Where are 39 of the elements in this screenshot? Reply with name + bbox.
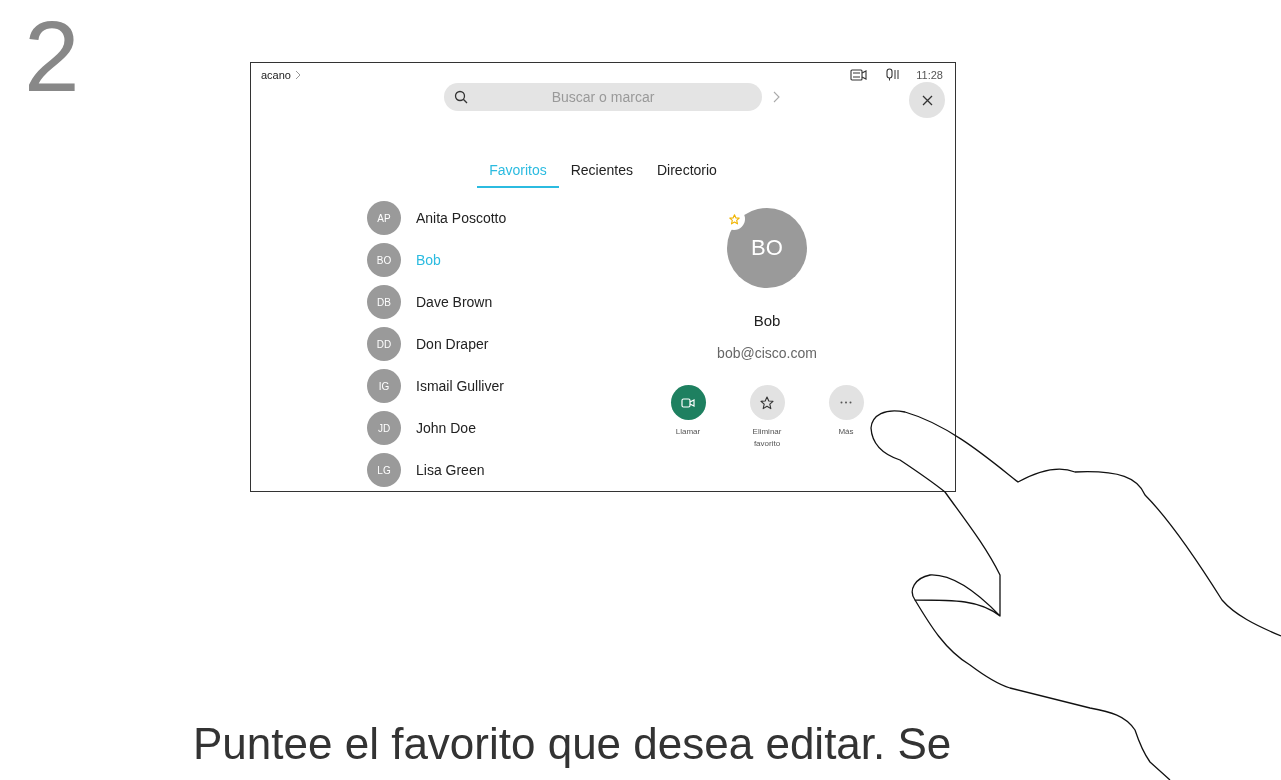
contact-name[interactable]: John Doe [416, 420, 476, 436]
action-label: Eliminar favorito [751, 426, 783, 450]
avatar-circle: BO [367, 243, 401, 277]
avatar-circle: AP [367, 201, 401, 235]
clock-time: 11:28 [916, 68, 943, 81]
contact-avatar: BO [727, 208, 807, 288]
chevron-right-icon [295, 69, 301, 80]
star-icon [728, 213, 740, 225]
contact-name[interactable]: Dave Brown [416, 294, 493, 310]
avatar-circle: DB [367, 285, 401, 319]
more-icon [840, 401, 852, 404]
video-camera-icon [681, 397, 695, 408]
camera-settings-icon [850, 68, 869, 81]
step-number: 2 [24, 6, 81, 106]
avatar-circle: JD [367, 411, 401, 445]
contact-name[interactable]: Anita Poscotto [416, 210, 507, 226]
tab[interactable]: Directorio [644, 156, 729, 188]
brand-label: acano [261, 68, 291, 81]
avatar-circle: DD [367, 327, 401, 361]
avatar-circle: LG [367, 453, 401, 487]
call-button[interactable] [670, 385, 706, 420]
close-button[interactable] [909, 82, 945, 119]
contact-name[interactable]: Lisa Green [416, 462, 485, 478]
tab[interactable]: Recientes [558, 156, 645, 188]
caption-text: Puntee el favorito que desea editar. Se [193, 718, 952, 770]
microphone-settings-icon [886, 68, 901, 82]
close-icon [921, 94, 933, 106]
action-label: Llamar [674, 426, 702, 438]
chevron-right-icon[interactable] [773, 91, 780, 104]
search-field[interactable]: Buscar o marcar [444, 83, 762, 112]
star-icon [760, 395, 774, 410]
contact-address: bob@cisco.com [717, 345, 817, 361]
favorite-button[interactable] [749, 385, 785, 420]
contact-name[interactable]: Ismail Gulliver [416, 378, 504, 394]
search-icon [454, 90, 468, 105]
contact-name[interactable]: Don Draper [416, 336, 489, 352]
contact-name: Bob [753, 312, 781, 329]
avatar-circle: IG [367, 369, 401, 403]
action-label: Más [837, 426, 855, 438]
